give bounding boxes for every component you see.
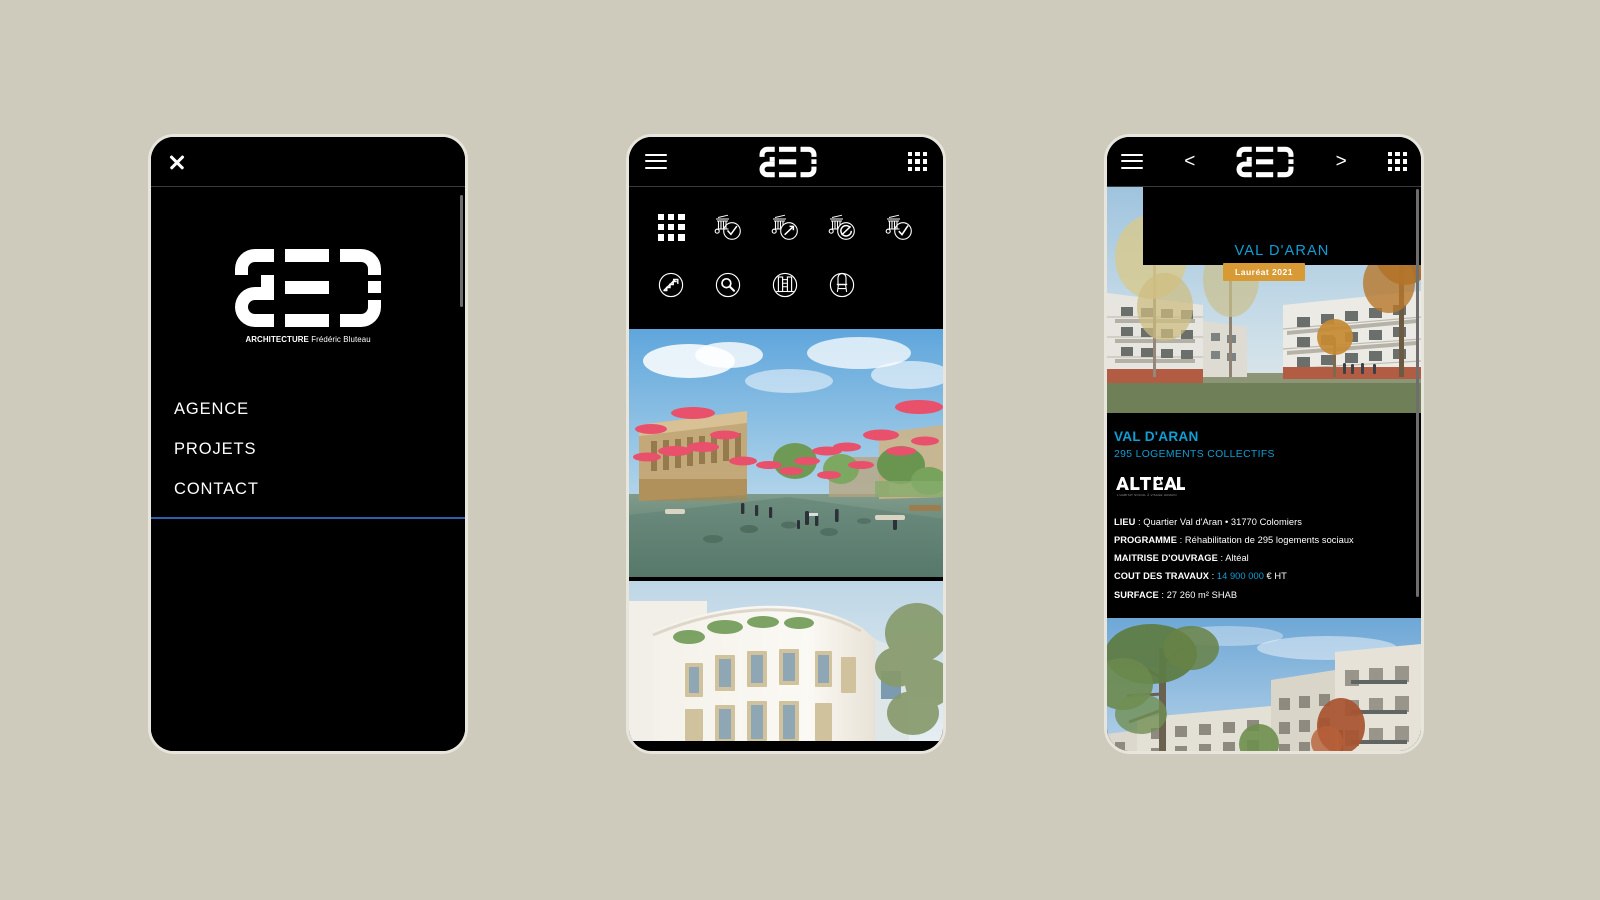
brand-wordmark-bold: ARCHITECTURE bbox=[245, 334, 309, 344]
detail-row-cout: COUT DES TRAVAUX : 14 900 000 € HT bbox=[1114, 571, 1287, 582]
hamburger-icon[interactable] bbox=[645, 153, 667, 170]
detail-row-lieu: LIEU : Quartier Val d'Aran • 31770 Colom… bbox=[1114, 517, 1302, 527]
detail-row-surface: SURFACE : 27 260 m² SHAB bbox=[1114, 589, 1238, 600]
filter-housing-renovate-icon[interactable] bbox=[824, 209, 860, 245]
scrollbar-thumb[interactable] bbox=[460, 195, 463, 307]
filter-chair-icon[interactable] bbox=[824, 267, 860, 303]
phone-mockup-projects bbox=[626, 134, 946, 754]
scrollbar-thumb[interactable] bbox=[1416, 189, 1419, 597]
phone-mockup-menu: ARCHITECTURE Frédéric Bluteau AGENCE PRO… bbox=[148, 134, 468, 754]
detail-value-cout-amount: 14 900 000 bbox=[1216, 571, 1264, 582]
project-filter-panel bbox=[629, 187, 943, 329]
detail-label-cout: COUT DES TRAVAUX bbox=[1114, 571, 1209, 582]
client-logo-alteal: L'HABITAT SOCIAL À VISAGE HUMAIN bbox=[1115, 475, 1414, 497]
phone2-screen bbox=[629, 137, 943, 751]
grid-view-icon[interactable] bbox=[908, 152, 927, 171]
detail-value-cout-unit: € HT bbox=[1263, 571, 1287, 582]
brand-wordmark-light: Frédéric Bluteau bbox=[311, 334, 371, 344]
detail-value-maitrise: Altéal bbox=[1225, 553, 1249, 564]
grid-view-icon[interactable] bbox=[1387, 152, 1407, 171]
aeb-monogram-icon[interactable] bbox=[759, 146, 817, 178]
award-badge: Lauréat 2021 bbox=[1223, 263, 1305, 281]
hero-title-overlay: VAL D'ARAN bbox=[1143, 187, 1421, 265]
detail-row-maitrise: MAITRISE D'OUVRAGE : Altéal bbox=[1114, 553, 1249, 564]
client-tagline: L'HABITAT SOCIAL À VISAGE HUMAIN bbox=[1117, 493, 1177, 497]
aeb-monogram-icon[interactable] bbox=[1236, 146, 1294, 178]
hero-title: VAL D'ARAN bbox=[1234, 243, 1330, 259]
prev-project-icon[interactable]: < bbox=[1184, 152, 1195, 171]
menu-item-contact[interactable]: CONTACT bbox=[174, 470, 465, 510]
filter-all-grid-icon[interactable] bbox=[653, 209, 689, 245]
main-menu: AGENCE PROJETS CONTACT bbox=[151, 390, 465, 510]
phone3-screen: < > VAL D'ARAN Lauréat 2021 VAL D'ARAN 2… bbox=[1107, 137, 1421, 751]
project-photo-courtyard[interactable] bbox=[1107, 617, 1421, 751]
brand-wordmark: ARCHITECTURE Frédéric Bluteau bbox=[245, 334, 370, 344]
filter-housing-leaf-icon[interactable] bbox=[710, 209, 746, 245]
filter-search-icon[interactable] bbox=[710, 267, 746, 303]
detail-label-surface: SURFACE bbox=[1114, 589, 1159, 600]
phone1-topbar bbox=[151, 137, 465, 187]
aeb-monogram-icon bbox=[235, 249, 381, 327]
detail-value-lieu: Quartier Val d'Aran • 31770 Colomiers bbox=[1143, 517, 1302, 527]
hamburger-icon[interactable] bbox=[1121, 153, 1143, 170]
filter-housing-arrow-icon[interactable] bbox=[767, 209, 803, 245]
hero-section: VAL D'ARAN Lauréat 2021 bbox=[1107, 187, 1421, 413]
phone-mockup-detail: < > VAL D'ARAN Lauréat 2021 VAL D'ARAN 2… bbox=[1104, 134, 1424, 754]
filter-stairs-icon[interactable] bbox=[653, 267, 689, 303]
project-photo-white-building[interactable] bbox=[629, 581, 943, 741]
detail-label-lieu: LIEU bbox=[1114, 517, 1136, 527]
detail-row-programme: PROGRAMME : Réhabilitation de 295 logeme… bbox=[1114, 535, 1354, 546]
brand-lockup: ARCHITECTURE Frédéric Bluteau bbox=[151, 187, 465, 344]
alteal-logo-icon bbox=[1116, 476, 1185, 490]
close-icon[interactable] bbox=[167, 152, 187, 172]
filter-facade-icon[interactable] bbox=[767, 267, 803, 303]
filter-row-1 bbox=[653, 209, 919, 245]
menu-item-projets[interactable]: PROJETS bbox=[174, 430, 465, 470]
project-photo-plaza[interactable] bbox=[629, 329, 943, 577]
phone3-topbar: < > bbox=[1107, 137, 1421, 187]
project-detail-block: VAL D'ARAN 295 LOGEMENTS COLLECTIFS L'HA… bbox=[1107, 413, 1421, 618]
detail-label-maitrise: MAITRISE D'OUVRAGE bbox=[1114, 553, 1218, 564]
project-subtitle: 295 LOGEMENTS COLLECTIFS bbox=[1114, 449, 1275, 460]
filter-row-2 bbox=[653, 267, 919, 303]
screenshot-canvas: ARCHITECTURE Frédéric Bluteau AGENCE PRO… bbox=[0, 0, 1600, 900]
project-title: VAL D'ARAN bbox=[1114, 429, 1199, 444]
next-project-icon[interactable]: > bbox=[1336, 152, 1347, 171]
phone2-topbar bbox=[629, 137, 943, 187]
phone1-menu-body: ARCHITECTURE Frédéric Bluteau AGENCE PRO… bbox=[151, 187, 465, 751]
filter-housing-check-icon[interactable] bbox=[881, 209, 917, 245]
detail-value-programme: Réhabilitation de 295 logements sociaux bbox=[1184, 535, 1354, 546]
menu-item-agence[interactable]: AGENCE bbox=[174, 390, 465, 430]
phone1-screen: ARCHITECTURE Frédéric Bluteau AGENCE PRO… bbox=[151, 137, 465, 751]
menu-accent-divider bbox=[151, 517, 465, 520]
detail-label-programme: PROGRAMME bbox=[1114, 535, 1177, 546]
detail-value-surface: 27 260 m² SHAB bbox=[1166, 589, 1238, 600]
